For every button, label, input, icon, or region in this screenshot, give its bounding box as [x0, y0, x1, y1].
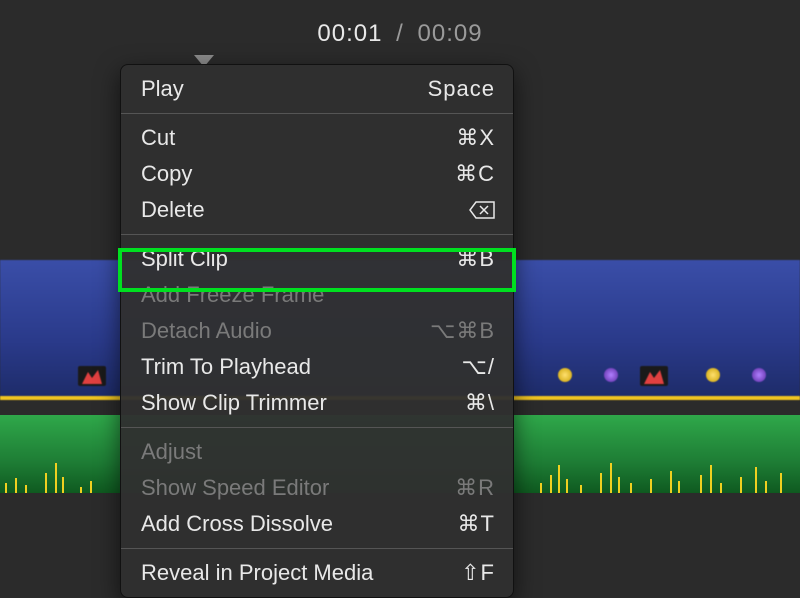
menu-label: Show Clip Trimmer	[141, 389, 327, 417]
menu-separator	[121, 234, 513, 235]
menu-separator	[121, 427, 513, 428]
menu-item-show-clip-trimmer[interactable]: Show Clip Trimmer ⌘\	[121, 385, 513, 421]
menu-separator	[121, 113, 513, 114]
marker-star-icon	[604, 368, 618, 382]
menu-item-split-clip[interactable]: Split Clip ⌘B	[121, 241, 513, 277]
menu-label: Reveal in Project Media	[141, 559, 373, 587]
menu-item-trim-to-playhead[interactable]: Trim To Playhead ⌥/	[121, 349, 513, 385]
menu-shortcut: ⌘X	[456, 124, 495, 152]
timecode-current: 00:01	[317, 20, 382, 47]
menu-shortcut: ⌘T	[458, 510, 495, 538]
menu-shortcut: ⌘B	[456, 245, 495, 273]
marker-dot-icon	[558, 368, 572, 382]
menu-item-add-freeze-frame: Add Freeze Frame	[121, 277, 513, 313]
menu-label: Show Speed Editor	[141, 474, 329, 502]
menu-shortcut: Space	[428, 75, 495, 103]
menu-separator	[121, 548, 513, 549]
marker-dot-icon	[706, 368, 720, 382]
clip-thumbnail	[78, 366, 106, 386]
menu-shortcut: ⇧F	[461, 559, 495, 587]
menu-item-adjust: Adjust	[121, 434, 513, 470]
menu-label: Detach Audio	[141, 317, 272, 345]
menu-label: Add Freeze Frame	[141, 281, 324, 309]
menu-label: Add Cross Dissolve	[141, 510, 333, 538]
menu-shortcut: ⌘C	[455, 160, 495, 188]
menu-label: Play	[141, 75, 184, 103]
menu-label: Copy	[141, 160, 192, 188]
menu-label: Adjust	[141, 438, 202, 466]
menu-item-detach-audio: Detach Audio ⌥⌘B	[121, 313, 513, 349]
menu-label: Split Clip	[141, 245, 228, 273]
menu-item-delete[interactable]: Delete	[121, 192, 513, 228]
timecode-display: 00:01 / 00:09	[0, 20, 800, 48]
menu-item-cut[interactable]: Cut ⌘X	[121, 120, 513, 156]
menu-item-show-speed-editor: Show Speed Editor ⌘R	[121, 470, 513, 506]
menu-label: Delete	[141, 196, 205, 224]
timecode-total: 00:09	[418, 20, 483, 47]
timecode-separator: /	[396, 20, 404, 47]
menu-shortcut: ⌘R	[455, 474, 495, 502]
menu-item-reveal-in-project-media[interactable]: Reveal in Project Media ⇧F	[121, 555, 513, 591]
menu-label: Cut	[141, 124, 175, 152]
menu-item-play[interactable]: Play Space	[121, 71, 513, 107]
menu-item-copy[interactable]: Copy ⌘C	[121, 156, 513, 192]
menu-shortcut: ⌘\	[465, 389, 495, 417]
menu-label: Trim To Playhead	[141, 353, 311, 381]
menu-item-add-cross-dissolve[interactable]: Add Cross Dissolve ⌘T	[121, 506, 513, 542]
clip-thumbnail	[640, 366, 668, 386]
context-menu: Play Space Cut ⌘X Copy ⌘C Delete Split C…	[120, 64, 514, 598]
menu-shortcut: ⌥⌘B	[430, 317, 495, 345]
delete-backspace-icon	[469, 201, 495, 219]
marker-star-icon	[752, 368, 766, 382]
menu-shortcut: ⌥/	[462, 353, 495, 381]
